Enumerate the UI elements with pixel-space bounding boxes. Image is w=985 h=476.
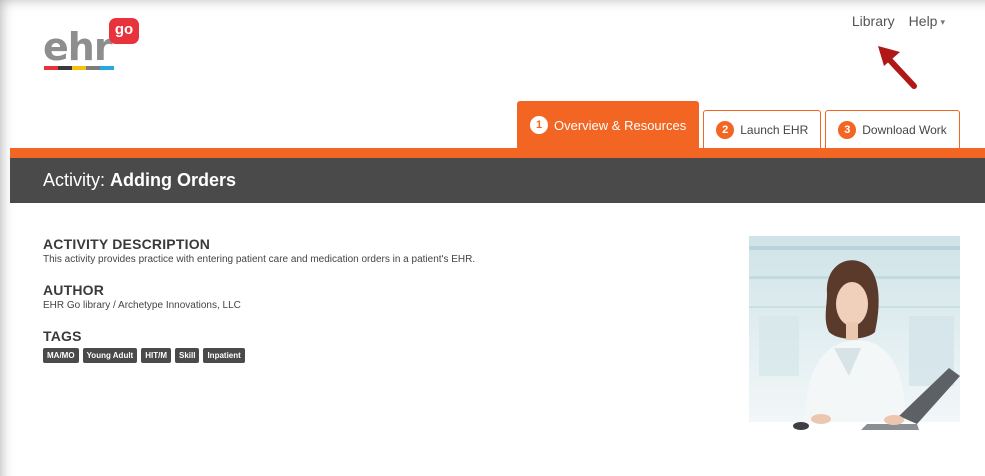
logo-bar-segment: [72, 66, 86, 70]
activity-details: ACTIVITY DESCRIPTION This activity provi…: [43, 236, 683, 380]
tab-launch-ehr[interactable]: 2 Launch EHR: [703, 110, 822, 148]
tag-badge[interactable]: Young Adult: [82, 348, 138, 363]
tag-badge[interactable]: Inpatient: [203, 348, 245, 363]
activity-title-bar: Activity: Adding Orders: [10, 158, 985, 203]
activity-prefix: Activity:: [43, 170, 106, 190]
logo-bar-segment: [100, 66, 114, 70]
activity-tabs: 1 Overview & Resources 2 Launch EHR 3 Do…: [517, 101, 964, 148]
tab-number-badge: 1: [530, 116, 548, 134]
logo-color-bar: [44, 66, 114, 70]
tab-label: Download Work: [862, 122, 947, 137]
annotation-arrow-icon: [878, 46, 917, 89]
logo-badge: go: [109, 18, 139, 44]
tag-list: MA/MO Young Adult HIT/M Skill Inpatient: [43, 348, 683, 363]
tab-label: Launch EHR: [740, 122, 809, 137]
tab-label: Overview & Resources: [554, 117, 687, 133]
orange-divider: [10, 148, 985, 158]
tab-download-work[interactable]: 3 Download Work: [825, 110, 960, 148]
help-menu[interactable]: Help ▾: [909, 13, 945, 29]
tag-badge[interactable]: HIT/M: [141, 348, 171, 363]
logo-text: ehr: [43, 25, 113, 69]
description-heading: ACTIVITY DESCRIPTION: [43, 236, 211, 252]
ehr-go-logo[interactable]: ehr go: [43, 18, 153, 74]
description-text: This activity provides practice with ent…: [43, 254, 476, 265]
author-text: EHR Go library / Archetype Innovations, …: [43, 300, 241, 311]
library-link[interactable]: Library: [852, 13, 895, 29]
description-section: ACTIVITY DESCRIPTION This activity provi…: [43, 236, 683, 265]
tab-overview-resources[interactable]: 1 Overview & Resources: [517, 101, 700, 148]
activity-name: Adding Orders: [110, 170, 237, 190]
tags-heading: TAGS: [43, 328, 82, 344]
activity-photo: [749, 236, 960, 447]
tab-number-badge: 3: [838, 120, 857, 139]
help-label: Help: [908, 13, 938, 29]
author-section: AUTHOR EHR Go library / Archetype Innova…: [43, 282, 683, 311]
tag-badge[interactable]: Skill: [175, 348, 200, 363]
top-nav: Library Help ▾: [852, 13, 945, 29]
tag-badge[interactable]: MA/MO: [43, 348, 79, 363]
chevron-down-icon: ▾: [940, 16, 945, 27]
tab-number-badge: 2: [716, 120, 735, 139]
logo-bar-segment: [58, 66, 72, 70]
tags-section: TAGS MA/MO Young Adult HIT/M Skill Inpat…: [43, 328, 683, 363]
logo-bar-segment: [44, 66, 58, 70]
author-heading: AUTHOR: [43, 282, 105, 298]
logo-bar-segment: [86, 66, 100, 70]
